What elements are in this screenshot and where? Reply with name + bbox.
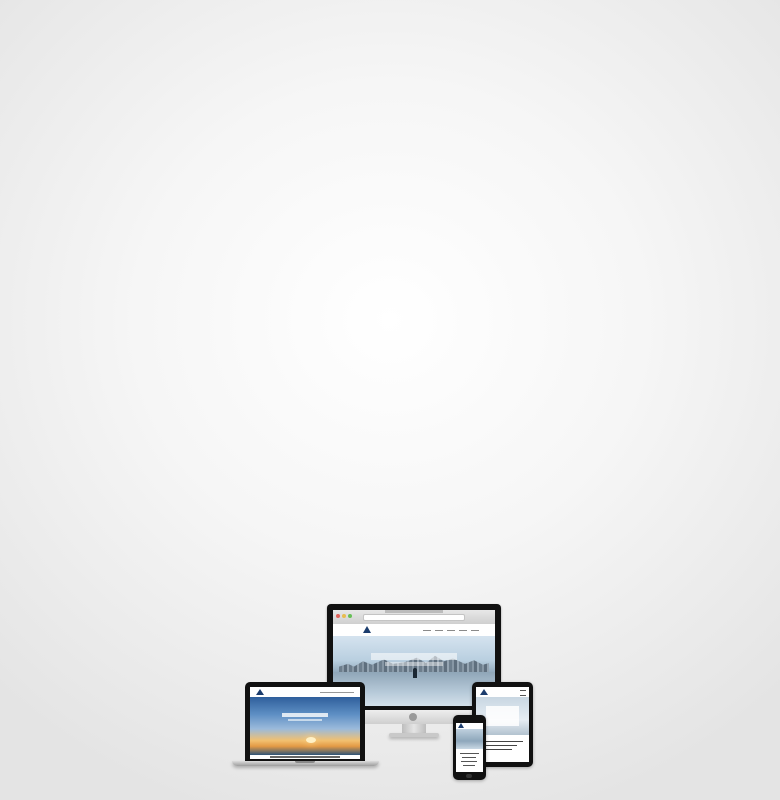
desktop-monitor-foot	[389, 733, 439, 737]
site-logo-icon	[480, 689, 488, 695]
text-line	[463, 765, 475, 766]
laptop-site-caption	[270, 756, 340, 758]
browser-zoom-icon	[348, 614, 352, 618]
nav-item	[320, 692, 354, 693]
nav-item	[447, 630, 455, 631]
hero-subheadline	[385, 662, 443, 666]
smartphone-hero-image	[456, 729, 483, 749]
apple-logo-icon	[409, 713, 417, 721]
smartphone-home-button	[466, 774, 472, 778]
text-line	[461, 761, 477, 762]
sunset-sun	[306, 737, 316, 743]
browser-toolbar	[333, 610, 495, 625]
nav-item	[423, 630, 431, 631]
browser-tab	[385, 610, 443, 613]
menu-icon	[520, 690, 526, 696]
hero-headline	[282, 713, 328, 717]
laptop-site-header	[250, 687, 360, 697]
text-line	[460, 753, 479, 754]
hero-subheadline	[288, 719, 322, 721]
nav-item	[435, 630, 443, 631]
laptop-hero-image	[250, 697, 360, 755]
device-mockup-group	[0, 0, 780, 800]
text-line	[482, 741, 523, 742]
site-logo-icon	[363, 626, 371, 633]
hero-headline	[371, 653, 457, 660]
browser-address-bar	[363, 614, 465, 621]
text-line	[482, 749, 512, 750]
browser-minimize-icon	[342, 614, 346, 618]
smartphone-screen	[456, 723, 483, 772]
nav-item	[459, 630, 467, 631]
site-logo-icon	[256, 689, 264, 695]
laptop-screen	[250, 687, 360, 759]
text-line	[482, 745, 517, 746]
hero-card	[486, 706, 519, 726]
browser-close-icon	[336, 614, 340, 618]
text-line	[462, 757, 476, 758]
standing-person	[413, 668, 417, 678]
laptop-hinge-notch	[295, 761, 315, 763]
site-logo-icon	[458, 723, 464, 728]
website-header	[333, 624, 495, 636]
nav-item	[471, 630, 479, 631]
